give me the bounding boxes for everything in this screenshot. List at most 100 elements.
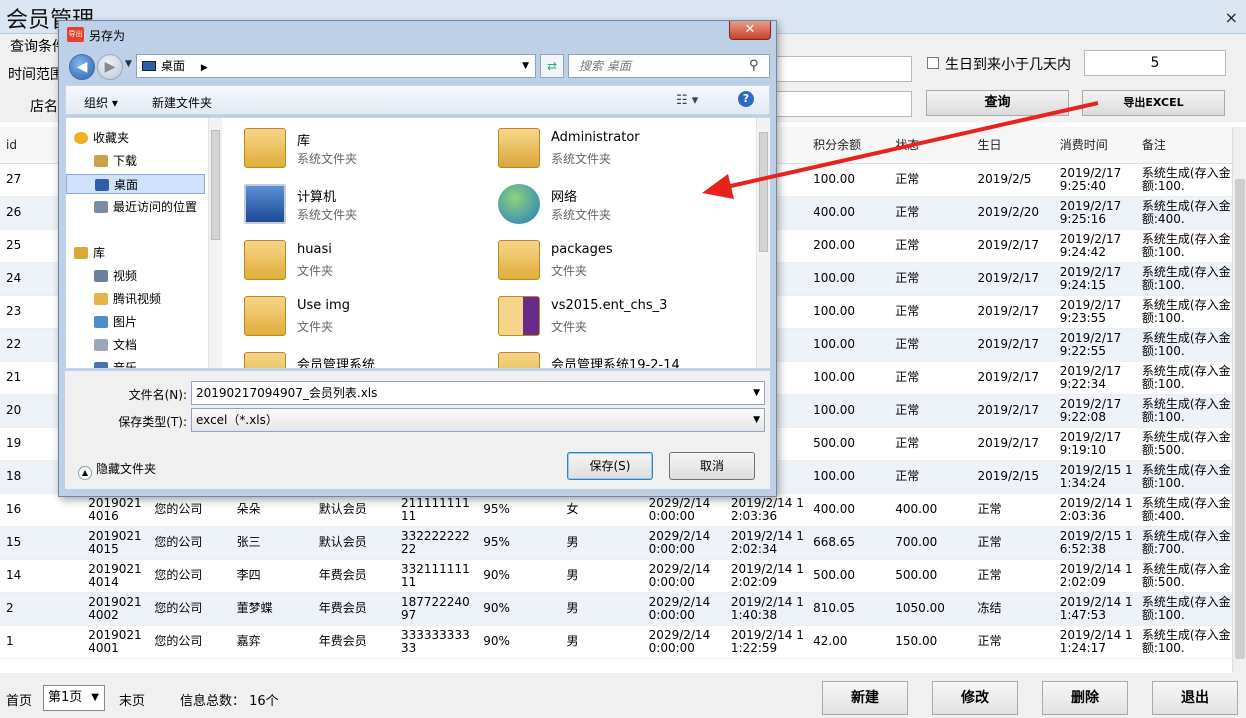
tree-item[interactable]: 下载 xyxy=(94,151,137,171)
view-options-icon[interactable]: ☷ ▾ xyxy=(676,93,698,108)
file-item[interactable]: packages 文件夹 xyxy=(480,234,730,286)
address-dropdown-icon[interactable]: ▼ xyxy=(522,55,529,77)
table-cell: 2019021 4016 xyxy=(82,493,149,527)
tree-scrollbar[interactable] xyxy=(208,118,222,368)
tree-item[interactable]: 音乐 xyxy=(94,358,137,368)
column-header[interactable]: 状态 xyxy=(889,127,972,164)
table-cell: 系统生成(存入金额:100. xyxy=(1135,460,1232,494)
file-item[interactable]: vs2015.ent_chs_3 文件夹 xyxy=(480,290,730,342)
table-row[interactable]: 2 2019021 4002 您的公司 董梦蝶 年费会员 187722240 97 90% 男… xyxy=(0,592,1232,626)
filename-value: 20190217094907_会员列表.xls xyxy=(196,386,378,400)
address-bar[interactable]: 桌面 ▶ ▼ xyxy=(136,54,536,78)
app-badge-icon: 导出 xyxy=(67,27,84,42)
file-list[interactable]: 库系统文件夹 Administrator 系统文件夹 计算机 系统文件夹 网络 系统文件夹 h… xyxy=(226,118,756,368)
collapse-chevron-icon: ▲ xyxy=(78,466,92,480)
file-item-name: huasi xyxy=(297,242,332,257)
table-cell: 系统生成(存入金额:400. xyxy=(1135,493,1232,527)
refresh-icon[interactable]: ⇄ xyxy=(540,54,564,78)
search-input[interactable]: 搜索 桌面 xyxy=(568,54,770,78)
table-cell: 正常 xyxy=(889,361,972,395)
cancel-button[interactable]: 取消 xyxy=(669,452,755,480)
table-row[interactable]: 16 2019021 4016 您的公司 朵朵 默认会员 211111111 11 95% 女… xyxy=(0,493,1232,527)
scrollbar-thumb[interactable] xyxy=(1235,179,1245,659)
table-cell: 332222222 22 xyxy=(395,526,478,560)
birthday-checkbox[interactable] xyxy=(927,57,939,69)
column-header[interactable]: 积分余额 xyxy=(807,127,890,164)
new-folder-button[interactable]: 新建文件夹 xyxy=(152,94,212,111)
hide-folders-label: 隐藏文件夹 xyxy=(96,462,157,476)
documents-icon xyxy=(94,339,108,351)
table-cell: 系统生成(存入金额:100. xyxy=(1135,625,1232,659)
table-row[interactable]: 14 2019021 4014 您的公司 李四 年费会员 332111111 11 90% 男… xyxy=(0,559,1232,593)
query-field-2[interactable] xyxy=(770,91,912,117)
back-arrow-icon[interactable]: ◀ xyxy=(69,54,95,80)
filetype-select[interactable]: excel（*.xls） ▼ xyxy=(191,408,765,432)
filetype-dropdown-icon[interactable]: ▼ xyxy=(753,409,760,431)
save-as-dialog: 导出 另存为 ✕ ◀ ▶ ▼ 桌面 ▶ ▼ ⇄ 搜索 桌面 ⚲ 组织 ▾ 新建文… xyxy=(58,20,777,497)
table-row[interactable]: 15 2019021 4015 您的公司 张三 默认会员 332222222 22 95% 男… xyxy=(0,526,1232,560)
column-header[interactable]: 消费时间 xyxy=(1053,127,1136,164)
tree-item[interactable]: 桌面 xyxy=(66,174,205,194)
query-field-1[interactable] xyxy=(770,56,912,82)
table-cell: 2019/2/17 xyxy=(971,427,1054,461)
tree-item[interactable]: 最近访问的位置 xyxy=(94,197,197,217)
column-header[interactable]: 备注 xyxy=(1135,127,1232,164)
table-cell: 700.00 xyxy=(889,526,972,560)
breadcrumb-arrow-icon[interactable]: ▶ xyxy=(201,63,208,73)
file-item[interactable]: 库系统文件夹 xyxy=(226,122,476,174)
tree-item[interactable]: 库 xyxy=(74,243,105,263)
file-item[interactable]: huasi 文件夹 xyxy=(226,234,476,286)
forward-arrow-icon[interactable]: ▶ xyxy=(97,54,123,80)
tree-scrollbar-thumb[interactable] xyxy=(211,130,220,240)
table-cell: 2019/2/5 xyxy=(971,163,1054,197)
dialog-close-button[interactable]: ✕ xyxy=(729,21,771,40)
folder-icon xyxy=(94,293,108,305)
file-item[interactable]: 计算机 系统文件夹 xyxy=(226,178,476,230)
organize-menu[interactable]: 组织 ▾ xyxy=(84,94,118,111)
filename-input[interactable]: 20190217094907_会员列表.xls ▼ xyxy=(191,381,765,405)
tree-item[interactable]: 腾讯视频 xyxy=(94,289,161,309)
tree-item[interactable]: 文档 xyxy=(94,335,137,355)
history-dropdown-icon[interactable]: ▼ xyxy=(125,59,132,69)
table-cell: 2019/2/17 xyxy=(971,229,1054,263)
help-icon[interactable]: ? xyxy=(738,91,754,107)
new-button[interactable]: 新建 xyxy=(822,681,908,715)
search-icon[interactable]: ⚲ xyxy=(749,58,759,73)
file-item[interactable]: Administrator 系统文件夹 xyxy=(480,122,730,174)
table-row[interactable]: 1 2019021 4001 您的公司 嘉弈 年费会员 333333333 33 90% 男 2… xyxy=(0,625,1232,659)
file-item[interactable]: Use img 文件夹 xyxy=(226,290,476,342)
file-item-name: 网络 xyxy=(551,190,578,205)
search-button[interactable]: 查询 xyxy=(926,90,1069,116)
file-scrollbar-thumb[interactable] xyxy=(759,132,768,252)
table-cell: 正常 xyxy=(889,262,972,296)
edit-button[interactable]: 修改 xyxy=(932,681,1018,715)
grid-vertical-scrollbar[interactable] xyxy=(1232,127,1246,673)
page-select[interactable]: 第1页 ▼ xyxy=(43,685,105,711)
export-excel-button[interactable]: 导出EXCEL xyxy=(1082,90,1225,116)
window-close-button[interactable]: × xyxy=(1225,8,1238,27)
tree-item-label: 桌面 xyxy=(114,178,139,192)
column-header[interactable]: 生日 xyxy=(971,127,1054,164)
last-page-link[interactable]: 末页 xyxy=(119,690,145,709)
exit-button[interactable]: 退出 xyxy=(1152,681,1238,715)
table-cell: 正常 xyxy=(889,328,972,362)
tree-item[interactable]: 视频 xyxy=(94,266,137,286)
file-list-scrollbar[interactable] xyxy=(756,118,770,368)
table-cell: 668.65 xyxy=(807,526,890,560)
table-cell: 男 xyxy=(560,625,643,659)
birthday-days-input[interactable]: 5 xyxy=(1084,50,1226,76)
save-button[interactable]: 保存(S) xyxy=(567,452,653,480)
table-cell: 200.00 xyxy=(807,229,890,263)
navigation-tree[interactable]: 收藏夹下载桌面最近访问的位置库视频腾讯视频图片文档音乐 xyxy=(66,118,216,368)
tree-item[interactable]: 图片 xyxy=(94,312,137,332)
filename-dropdown-icon[interactable]: ▼ xyxy=(753,382,760,404)
folder-icon xyxy=(498,296,540,336)
delete-button[interactable]: 删除 xyxy=(1042,681,1128,715)
file-item[interactable]: 会员管理系统 xyxy=(226,346,476,368)
file-item[interactable]: 网络 系统文件夹 xyxy=(480,178,730,230)
first-page-link[interactable]: 首页 xyxy=(6,690,32,709)
hide-folders-toggle[interactable]: ▲ 隐藏文件夹 xyxy=(78,460,156,480)
table-cell: 董梦蝶 xyxy=(230,592,313,626)
file-item[interactable]: 会员管理系统19-2-14 xyxy=(480,346,730,368)
tree-item[interactable]: 收藏夹 xyxy=(74,128,129,148)
